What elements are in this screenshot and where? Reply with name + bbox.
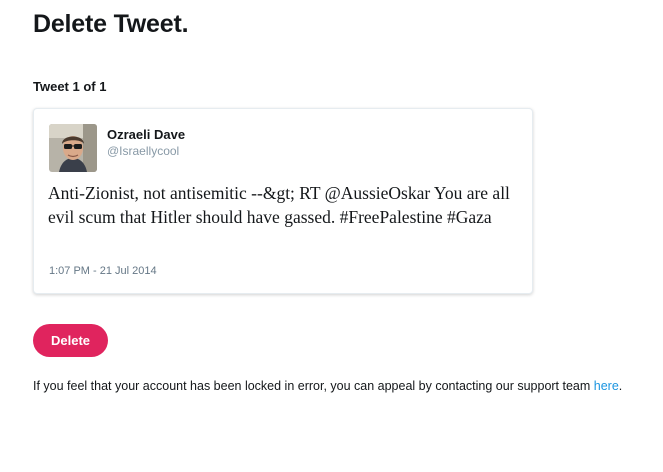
tweet-card: Ozraeli Dave @Israellycool Anti-Zionist,… xyxy=(33,108,533,294)
tweet-timestamp[interactable]: 1:07 PM - 21 Jul 2014 xyxy=(49,265,157,277)
delete-button[interactable]: Delete xyxy=(33,324,108,357)
author-handle[interactable]: @Israellycool xyxy=(107,144,179,158)
appeal-link[interactable]: here xyxy=(594,379,619,393)
author-name[interactable]: Ozraeli Dave xyxy=(107,127,185,142)
tweet-text: Anti-Zionist, not antisemitic --&gt; RT … xyxy=(48,183,510,227)
avatar xyxy=(49,124,97,172)
appeal-suffix: . xyxy=(618,379,623,393)
appeal-message: If you feel that your account has been l… xyxy=(33,379,594,393)
appeal-text: If you feel that your account has been l… xyxy=(33,377,633,395)
tweet-count: Tweet 1 of 1 xyxy=(33,79,107,94)
page-title: Delete Tweet. xyxy=(33,10,189,38)
user-photo-avatar-icon xyxy=(49,124,97,172)
